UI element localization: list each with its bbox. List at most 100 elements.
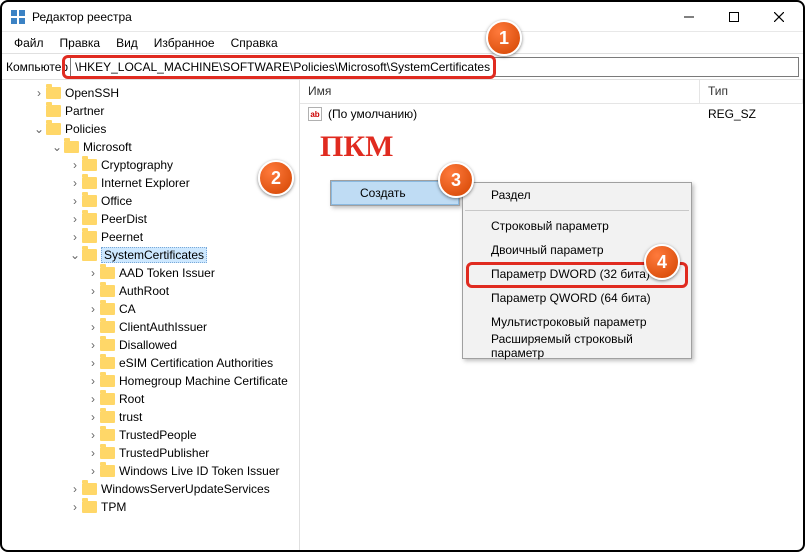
string-value-icon: ab bbox=[308, 107, 322, 121]
chevron-right-icon[interactable]: › bbox=[68, 194, 82, 208]
menu-bar: Файл Правка Вид Избранное Справка bbox=[2, 32, 803, 54]
folder-icon bbox=[64, 141, 79, 153]
menu-edit[interactable]: Правка bbox=[54, 34, 107, 52]
annotation-badge-3: 3 bbox=[438, 162, 474, 198]
value-name: (По умолчанию) bbox=[328, 107, 708, 121]
tree-node-disallowed[interactable]: ›Disallowed bbox=[2, 336, 299, 354]
chevron-down-icon[interactable]: ⌄ bbox=[50, 140, 64, 154]
menu-help[interactable]: Справка bbox=[225, 34, 284, 52]
tree-pane[interactable]: ›OpenSSH Partner ⌄Policies ⌄Microsoft ›C… bbox=[2, 80, 300, 550]
chevron-right-icon[interactable]: › bbox=[86, 302, 100, 316]
context-item-expandstring[interactable]: Расширяемый строковый параметр bbox=[463, 334, 691, 358]
chevron-right-icon[interactable]: › bbox=[86, 428, 100, 442]
tree-node-winlive[interactable]: ›Windows Live ID Token Issuer bbox=[2, 462, 299, 480]
chevron-right-icon[interactable]: › bbox=[86, 392, 100, 406]
menu-separator bbox=[465, 210, 689, 211]
tree-node-openssh[interactable]: ›OpenSSH bbox=[2, 84, 299, 102]
column-type[interactable]: Тип bbox=[700, 80, 803, 103]
tree-node-clientauth[interactable]: ›ClientAuthIssuer bbox=[2, 318, 299, 336]
values-header: Имя Тип bbox=[300, 80, 803, 104]
chevron-right-icon[interactable]: › bbox=[68, 500, 82, 514]
minimize-button[interactable] bbox=[666, 2, 711, 32]
folder-icon bbox=[100, 447, 115, 459]
folder-icon bbox=[82, 231, 97, 243]
annotation-pkm-label: ПКМ bbox=[320, 130, 393, 164]
tree-node-esim[interactable]: ›eSIM Certification Authorities bbox=[2, 354, 299, 372]
folder-icon bbox=[82, 177, 97, 189]
chevron-right-icon[interactable]: › bbox=[68, 176, 82, 190]
tree-node-aad[interactable]: ›AAD Token Issuer bbox=[2, 264, 299, 282]
tree-node-homegroup[interactable]: ›Homegroup Machine Certificate bbox=[2, 372, 299, 390]
folder-icon bbox=[46, 87, 61, 99]
folder-icon bbox=[100, 321, 115, 333]
folder-icon bbox=[100, 357, 115, 369]
maximize-button[interactable] bbox=[711, 2, 756, 32]
folder-icon bbox=[100, 411, 115, 423]
menu-file[interactable]: Файл bbox=[8, 34, 50, 52]
chevron-down-icon[interactable]: ⌄ bbox=[32, 122, 46, 136]
menu-view[interactable]: Вид bbox=[110, 34, 144, 52]
annotation-badge-1: 1 bbox=[486, 20, 522, 56]
tree-node-trustedpeople[interactable]: ›TrustedPeople bbox=[2, 426, 299, 444]
chevron-right-icon[interactable]: › bbox=[86, 410, 100, 424]
tree-node-authroot[interactable]: ›AuthRoot bbox=[2, 282, 299, 300]
folder-icon bbox=[100, 393, 115, 405]
annotation-badge-2: 2 bbox=[258, 160, 294, 196]
chevron-right-icon[interactable]: › bbox=[68, 230, 82, 244]
address-label: Компьютер bbox=[6, 60, 70, 74]
address-input[interactable] bbox=[70, 57, 799, 77]
tree-node-partner[interactable]: Partner bbox=[2, 102, 299, 120]
chevron-right-icon[interactable]: › bbox=[86, 374, 100, 388]
context-item-qword[interactable]: Параметр QWORD (64 бита) bbox=[463, 286, 691, 310]
folder-icon bbox=[46, 105, 61, 117]
close-button[interactable] bbox=[756, 2, 801, 32]
values-pane[interactable]: Имя Тип ab (По умолчанию) REG_SZ ПКМ Соз… bbox=[300, 80, 803, 550]
tree-node-peerdist[interactable]: ›PeerDist bbox=[2, 210, 299, 228]
tree-node-office[interactable]: ›Office bbox=[2, 192, 299, 210]
tree-node-microsoft[interactable]: ⌄Microsoft bbox=[2, 138, 299, 156]
tree-node-ie[interactable]: ›Internet Explorer bbox=[2, 174, 299, 192]
tree-node-systemcertificates[interactable]: ⌄SystemCertificates bbox=[2, 246, 299, 264]
folder-icon bbox=[100, 465, 115, 477]
address-bar: Компьютер bbox=[2, 54, 803, 80]
folder-icon bbox=[82, 159, 97, 171]
tree-node-root[interactable]: ›Root bbox=[2, 390, 299, 408]
context-item-multistring[interactable]: Мультистроковый параметр bbox=[463, 310, 691, 334]
value-row-default[interactable]: ab (По умолчанию) REG_SZ bbox=[300, 104, 803, 124]
chevron-right-icon[interactable]: › bbox=[68, 482, 82, 496]
folder-icon bbox=[82, 501, 97, 513]
folder-icon bbox=[100, 429, 115, 441]
folder-icon bbox=[82, 213, 97, 225]
column-name[interactable]: Имя bbox=[300, 80, 700, 103]
tree-node-ca[interactable]: ›CA bbox=[2, 300, 299, 318]
tree-node-tpm[interactable]: ›TPM bbox=[2, 498, 299, 516]
tree-node-policies[interactable]: ⌄Policies bbox=[2, 120, 299, 138]
context-item-key[interactable]: Раздел bbox=[463, 183, 691, 207]
chevron-down-icon[interactable]: ⌄ bbox=[68, 248, 82, 262]
chevron-right-icon[interactable]: › bbox=[68, 158, 82, 172]
folder-icon bbox=[82, 249, 97, 261]
chevron-right-icon[interactable]: › bbox=[86, 446, 100, 460]
menu-favorites[interactable]: Избранное bbox=[148, 34, 221, 52]
folder-icon bbox=[100, 285, 115, 297]
chevron-right-icon[interactable]: › bbox=[86, 356, 100, 370]
chevron-right-icon[interactable]: › bbox=[86, 320, 100, 334]
tree-node-wsus[interactable]: ›WindowsServerUpdateServices bbox=[2, 480, 299, 498]
folder-icon bbox=[46, 123, 61, 135]
chevron-right-icon[interactable]: › bbox=[68, 212, 82, 226]
chevron-right-icon[interactable]: › bbox=[86, 284, 100, 298]
folder-icon bbox=[82, 483, 97, 495]
chevron-right-icon[interactable]: › bbox=[86, 464, 100, 478]
app-icon bbox=[10, 9, 26, 25]
title-bar: Редактор реестра bbox=[2, 2, 803, 32]
chevron-right-icon[interactable]: › bbox=[86, 338, 100, 352]
folder-icon bbox=[100, 375, 115, 387]
folder-icon bbox=[100, 303, 115, 315]
chevron-right-icon[interactable]: › bbox=[86, 266, 100, 280]
chevron-right-icon[interactable]: › bbox=[32, 86, 46, 100]
context-item-string[interactable]: Строковый параметр bbox=[463, 214, 691, 238]
tree-node-peernet[interactable]: ›Peernet bbox=[2, 228, 299, 246]
tree-node-trustedpublisher[interactable]: ›TrustedPublisher bbox=[2, 444, 299, 462]
tree-node-trust[interactable]: ›trust bbox=[2, 408, 299, 426]
tree-node-cryptography[interactable]: ›Cryptography bbox=[2, 156, 299, 174]
